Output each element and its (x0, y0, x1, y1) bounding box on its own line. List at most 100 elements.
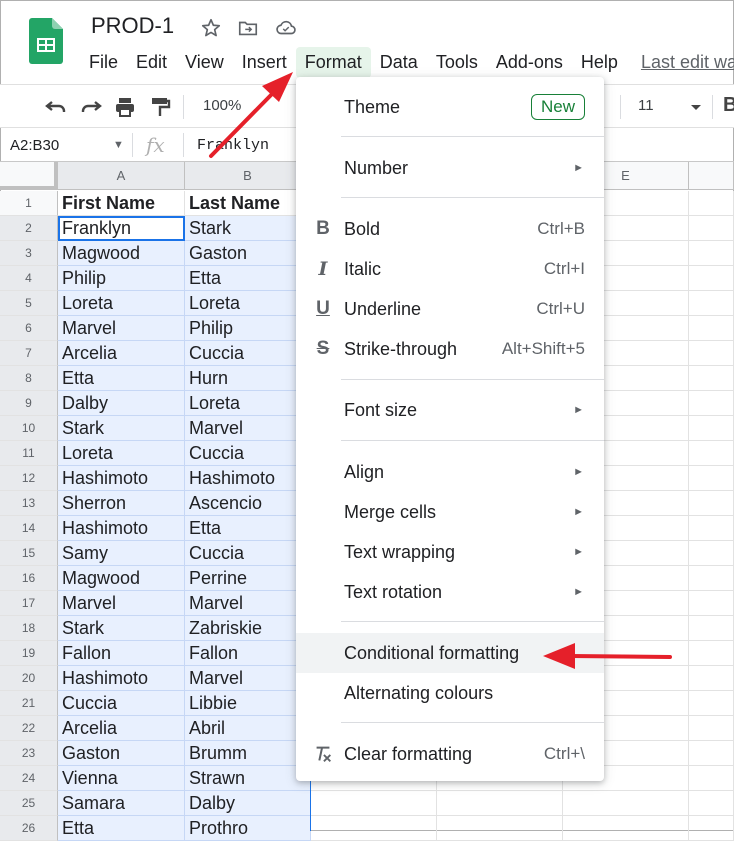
grid-cell[interactable] (689, 816, 734, 841)
grid-cell[interactable]: Brumm (185, 741, 311, 766)
grid-cell[interactable]: Fallon (185, 641, 311, 666)
grid-cell[interactable]: Marvel (185, 416, 311, 441)
name-box-caret-icon[interactable]: ▼ (113, 139, 124, 151)
row-header[interactable]: 4 (0, 266, 58, 291)
grid-cell[interactable]: Magwood (58, 241, 185, 266)
grid-cell[interactable]: Magwood (58, 566, 185, 591)
grid-cell[interactable] (689, 416, 734, 441)
grid-cell[interactable] (437, 816, 563, 841)
grid-cell[interactable]: Marvel (58, 591, 185, 616)
grid-cell[interactable]: Loreta (185, 391, 311, 416)
grid-cell[interactable] (689, 316, 734, 341)
grid-cell[interactable]: Gaston (185, 241, 311, 266)
row-header[interactable]: 22 (0, 716, 58, 741)
grid-cell[interactable]: Etta (185, 516, 311, 541)
grid-cell[interactable]: Zabriskie (185, 616, 311, 641)
row-header[interactable]: 6 (0, 316, 58, 341)
row-header[interactable]: 3 (0, 241, 58, 266)
grid-cell[interactable]: Last Name (185, 191, 311, 216)
grid-cell[interactable]: Marvel (185, 591, 311, 616)
grid-cell[interactable] (689, 466, 734, 491)
row-header[interactable]: 15 (0, 541, 58, 566)
grid-cell[interactable] (689, 341, 734, 366)
row-header[interactable]: 17 (0, 591, 58, 616)
menu-edit[interactable]: Edit (127, 47, 176, 78)
menu-item-align[interactable]: Align ► (296, 452, 604, 492)
grid-cell[interactable] (689, 291, 734, 316)
grid-cell[interactable]: Strawn (185, 766, 311, 791)
menu-item-number[interactable]: Number ► (296, 148, 604, 188)
grid-cell[interactable]: Franklyn (58, 216, 185, 241)
row-header[interactable]: 14 (0, 516, 58, 541)
grid-cell[interactable]: Hashimoto (58, 466, 185, 491)
row-header[interactable]: 9 (0, 391, 58, 416)
row-header[interactable]: 10 (0, 416, 58, 441)
grid-cell[interactable]: Loreta (58, 441, 185, 466)
grid-cell[interactable]: Arcelia (58, 341, 185, 366)
row-header[interactable]: 20 (0, 666, 58, 691)
grid-cell[interactable] (689, 441, 734, 466)
row-header[interactable]: 1 (0, 191, 58, 216)
row-header[interactable]: 26 (0, 816, 58, 841)
grid-cell[interactable] (689, 666, 734, 691)
grid-cell[interactable]: Hashimoto (185, 466, 311, 491)
menu-item-strike-through[interactable]: S Strike-through Alt+Shift+5 (296, 329, 604, 369)
grid-cell[interactable]: Etta (58, 366, 185, 391)
row-header[interactable]: 7 (0, 341, 58, 366)
row-header[interactable]: 13 (0, 491, 58, 516)
grid-cell[interactable]: Loreta (185, 291, 311, 316)
bold-toolbar-icon[interactable]: B (723, 94, 734, 117)
chevron-down-icon[interactable] (684, 95, 708, 119)
paint-format-icon[interactable] (148, 95, 172, 119)
grid-cell[interactable]: Hurn (185, 366, 311, 391)
menu-item-merge-cells[interactable]: Merge cells ► (296, 492, 604, 532)
grid-cell[interactable]: Abril (185, 716, 311, 741)
grid-cell[interactable] (311, 816, 437, 841)
grid-cell[interactable] (689, 616, 734, 641)
cloud-saved-icon[interactable] (275, 17, 297, 39)
grid-cell[interactable] (689, 716, 734, 741)
row-header[interactable]: 5 (0, 291, 58, 316)
move-folder-icon[interactable] (237, 17, 259, 39)
grid-cell[interactable]: Libbie (185, 691, 311, 716)
row-header[interactable]: 21 (0, 691, 58, 716)
grid-cell[interactable]: Stark (58, 616, 185, 641)
grid-cell[interactable]: Perrine (185, 566, 311, 591)
grid-cell[interactable] (689, 366, 734, 391)
grid-cell[interactable] (437, 791, 563, 816)
menu-item-clear-formatting[interactable]: Clear formatting Ctrl+\ (296, 734, 604, 774)
grid-cell[interactable]: Arcelia (58, 716, 185, 741)
grid-cell[interactable] (689, 216, 734, 241)
grid-cell[interactable]: Ascencio (185, 491, 311, 516)
grid-cell[interactable] (689, 266, 734, 291)
row-header[interactable]: 12 (0, 466, 58, 491)
column-header-a[interactable]: A (58, 162, 185, 190)
menu-item-theme[interactable]: Theme New (296, 87, 604, 127)
menu-item-italic[interactable]: I Italic Ctrl+I (296, 249, 604, 289)
row-header[interactable]: 23 (0, 741, 58, 766)
grid-cell[interactable]: Samara (58, 791, 185, 816)
grid-cell[interactable]: First Name (58, 191, 185, 216)
menu-view[interactable]: View (176, 47, 233, 78)
document-title[interactable]: PROD-1 (91, 13, 174, 39)
grid-cell[interactable]: Marvel (58, 316, 185, 341)
menu-item-text-rotation[interactable]: Text rotation ► (296, 572, 604, 612)
formula-input[interactable]: Franklyn (197, 137, 269, 154)
grid-cell[interactable]: Cuccia (185, 341, 311, 366)
grid-cell[interactable] (689, 641, 734, 666)
grid-cell[interactable] (689, 791, 734, 816)
menu-format[interactable]: Format (295, 46, 371, 78)
grid-cell[interactable] (689, 391, 734, 416)
grid-cell[interactable]: Dalby (185, 791, 311, 816)
menu-item-text-wrapping[interactable]: Text wrapping ► (296, 532, 604, 572)
row-header[interactable]: 11 (0, 441, 58, 466)
menu-item-bold[interactable]: B Bold Ctrl+B (296, 209, 604, 249)
menu-item-alternating-colours[interactable]: Alternating colours (296, 673, 604, 713)
menu-data[interactable]: Data (371, 47, 427, 78)
row-header[interactable]: 19 (0, 641, 58, 666)
grid-cell[interactable]: Cuccia (185, 441, 311, 466)
grid-cell[interactable] (689, 741, 734, 766)
grid-cell[interactable] (689, 491, 734, 516)
grid-cell[interactable] (563, 816, 689, 841)
grid-cell[interactable]: Stark (185, 216, 311, 241)
